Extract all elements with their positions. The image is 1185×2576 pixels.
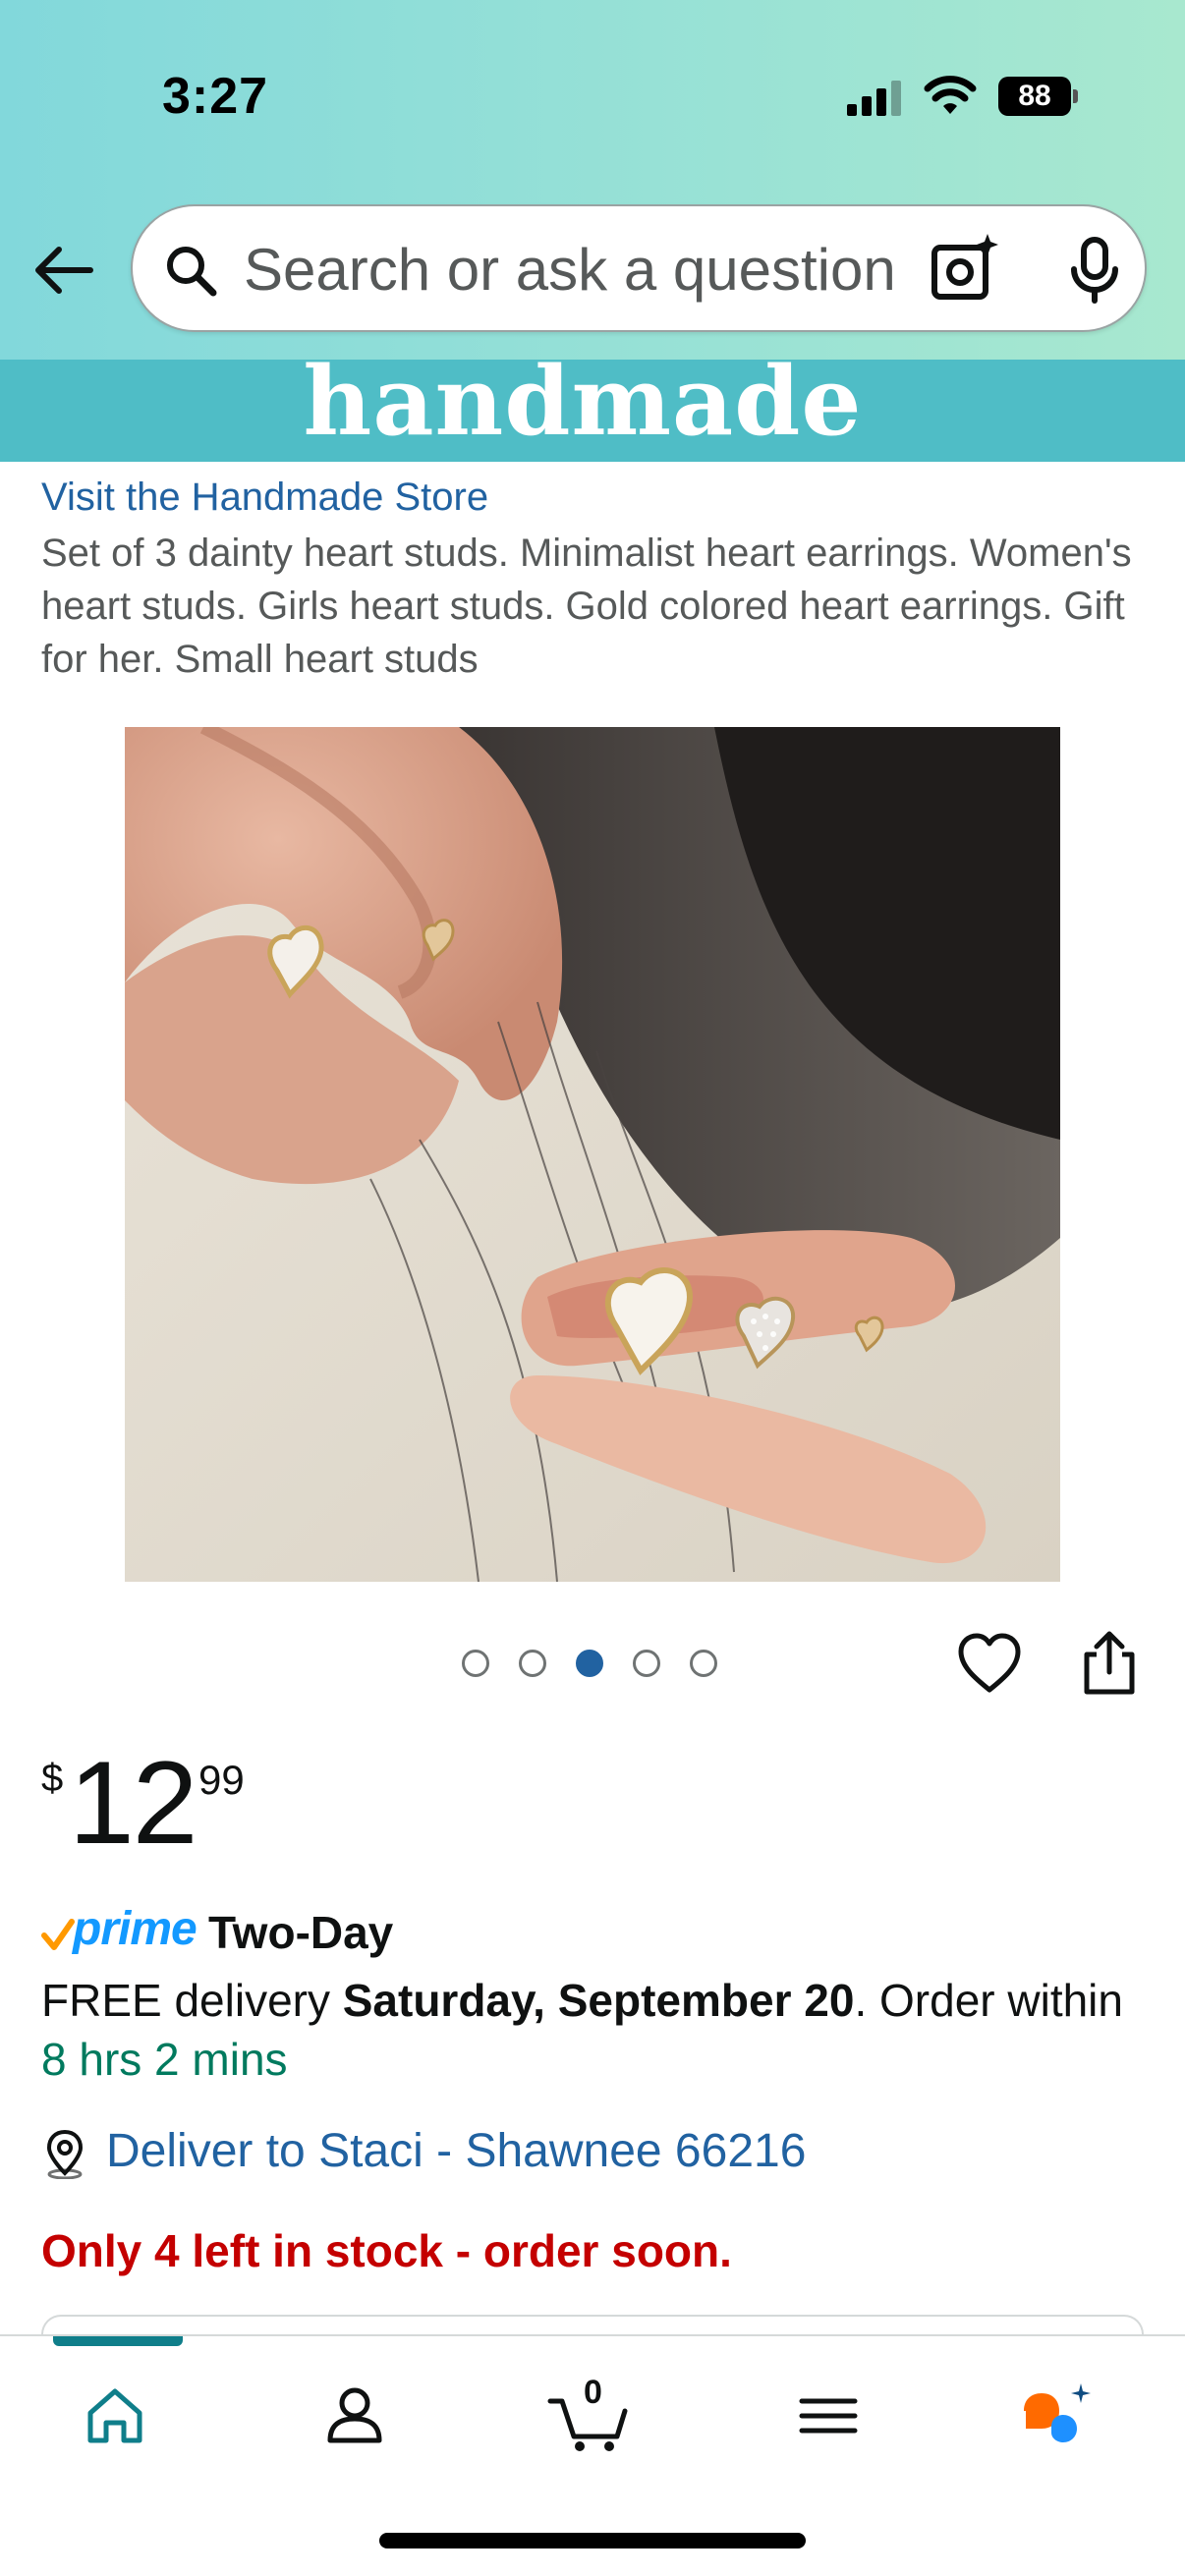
rufus-assistant-icon[interactable] xyxy=(1014,2372,1102,2460)
wifi-icon xyxy=(924,76,977,114)
handmade-banner[interactable]: handmade xyxy=(0,360,1185,462)
location-pin-icon xyxy=(46,2129,84,2179)
cart-button[interactable]: 0 xyxy=(544,2372,633,2460)
share-icon[interactable] xyxy=(1077,1629,1142,1698)
search-bar[interactable]: Search or ask a question xyxy=(131,204,1147,332)
delivery-date: Saturday, September 20 xyxy=(342,1975,855,2026)
delivery-prefix: FREE delivery xyxy=(41,1975,343,2026)
stock-warning: Only 4 left in stock - order soon. xyxy=(41,2225,732,2276)
back-arrow-icon[interactable] xyxy=(29,236,98,305)
header: 3:27 88 Search or ask a question xyxy=(0,0,1185,360)
price-whole: 12 xyxy=(69,1737,198,1869)
carousel-dot[interactable] xyxy=(519,1650,546,1677)
prime-delivery-type: Two-Day xyxy=(208,1907,394,1958)
carousel-dot[interactable] xyxy=(462,1650,489,1677)
product-title: Set of 3 dainty heart studs. Minimalist … xyxy=(41,532,1132,681)
store-link[interactable]: Visit the Handmade Store xyxy=(41,476,488,520)
status-time: 3:27 xyxy=(162,68,269,125)
carousel-dot[interactable] xyxy=(633,1650,660,1677)
carousel-dot-active[interactable] xyxy=(576,1650,603,1677)
menu-icon[interactable] xyxy=(784,2372,873,2460)
price-currency: $ xyxy=(41,1757,64,1800)
delivery-info: FREE delivery Saturday, September 20. Or… xyxy=(41,1971,1152,2089)
delivery-order-within: . Order within xyxy=(854,1975,1123,2026)
home-indicator xyxy=(379,2533,806,2548)
search-icon xyxy=(167,247,217,297)
home-icon[interactable] xyxy=(71,2372,159,2460)
cart-count: 0 xyxy=(584,2374,602,2411)
handmade-logo-text: handmade xyxy=(303,360,863,457)
battery-icon: 88 xyxy=(998,77,1078,116)
wishlist-heart-icon[interactable] xyxy=(955,1631,1024,1696)
account-icon[interactable] xyxy=(310,2372,399,2460)
deliver-to-text[interactable]: Deliver to Staci - Shawnee 66216 xyxy=(106,2124,806,2178)
prime-logo-text: prime xyxy=(73,1903,198,1955)
carousel-dot[interactable] xyxy=(690,1650,717,1677)
cellular-signal-icon xyxy=(847,81,906,116)
microphone-icon[interactable] xyxy=(1058,234,1131,307)
camera-search-icon[interactable] xyxy=(927,230,1005,308)
price-fraction: 99 xyxy=(198,1757,245,1803)
product-photo-illustration xyxy=(125,727,1060,1582)
battery-level: 88 xyxy=(998,77,1071,116)
delivery-countdown: 8 hrs 2 mins xyxy=(41,2034,288,2085)
product-image[interactable] xyxy=(125,727,1060,1582)
prime-check-icon xyxy=(41,1919,75,1950)
active-tab-indicator xyxy=(53,2336,183,2346)
